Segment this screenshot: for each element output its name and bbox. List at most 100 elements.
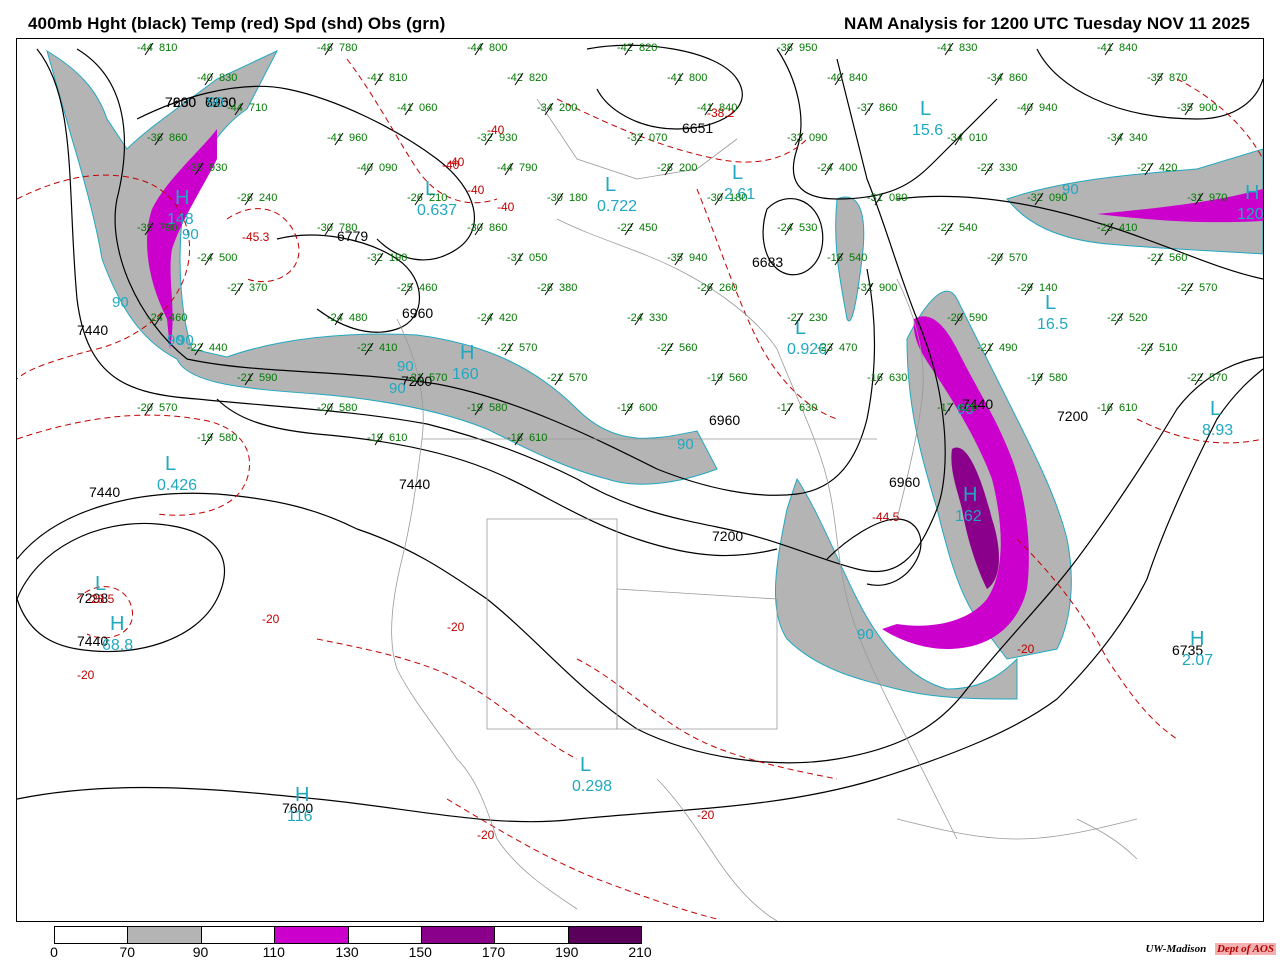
station-height: 610 (389, 432, 407, 444)
station-temperature: -28 (537, 282, 553, 294)
station-height: 570 (1199, 282, 1217, 294)
station-temperature: -38 (147, 132, 163, 144)
station-height: 560 (729, 372, 747, 384)
wind-speed-contour-label: 90 (677, 436, 694, 453)
temperature-contour-label: -20 (262, 612, 280, 626)
extremum-letter: H (175, 187, 189, 209)
station-height: 080 (889, 192, 907, 204)
station-height: 900 (879, 282, 897, 294)
extremum-value: 8.93 (1202, 422, 1233, 439)
station-height: 790 (519, 162, 537, 174)
extremum-letter: H (295, 784, 309, 806)
extremum-letter: L (605, 174, 616, 196)
station-temperature: -37 (857, 102, 873, 114)
station-temperature: -16 (1097, 402, 1113, 414)
station-height: 780 (339, 42, 357, 54)
station-height: 940 (1039, 102, 1057, 114)
station-temperature: -30 (317, 222, 333, 234)
station-temperature: -22 (657, 342, 673, 354)
station-height: 410 (1119, 222, 1137, 234)
station-height: 050 (529, 252, 547, 264)
station-temperature: -22 (357, 342, 373, 354)
temperature-contour-label: -20 (1017, 642, 1035, 656)
legend-tick: 190 (555, 944, 579, 960)
station-height: 830 (959, 42, 977, 54)
station-temperature: -41 (397, 102, 413, 114)
station-height: 860 (1009, 72, 1027, 84)
station-temperature: -21 (547, 372, 563, 384)
temperature-contour-label: -20 (447, 620, 465, 634)
station-temperature: -25 (397, 282, 413, 294)
station-height: 590 (969, 312, 987, 324)
station-height: 840 (719, 102, 737, 114)
station-temperature: -22 (1187, 372, 1203, 384)
station-height: 200 (559, 102, 577, 114)
station-temperature: -44 (467, 42, 483, 54)
station-temperature: -19 (367, 432, 383, 444)
extremum-letter: L (1045, 292, 1056, 314)
station-height: 600 (639, 402, 657, 414)
height-contour-label: 7200 (1057, 408, 1088, 424)
height-contour-label: 6960 (402, 305, 433, 321)
chart-title: 400mb Hght (black) Temp (red) Spd (shd) … (28, 14, 446, 33)
station-temperature: -32 (367, 252, 383, 264)
station-temperature: -32 (627, 132, 643, 144)
station-temperature: -21 (407, 372, 423, 384)
station-temperature: -29 (1017, 282, 1033, 294)
station-temperature: -22 (187, 342, 203, 354)
station-temperature: -20 (317, 402, 333, 414)
station-height: 380 (559, 282, 577, 294)
station-temperature: -40 (827, 72, 843, 84)
station-height: 860 (879, 102, 897, 114)
extremum-value: 0.298 (572, 778, 612, 795)
station-height: 790 (159, 222, 177, 234)
extremum-value: 2.07 (1182, 652, 1213, 669)
station-temperature: -41 (367, 72, 383, 84)
station-temperature: -16 (867, 372, 883, 384)
station-temperature: -40 (197, 72, 213, 84)
temperature-contour-label: -20 (77, 668, 95, 682)
station-temperature: -41 (697, 102, 713, 114)
station-height: 450 (639, 222, 657, 234)
temperature-contour-label: -20 (477, 828, 495, 842)
station-height: 570 (569, 372, 587, 384)
station-temperature: -27 (787, 312, 803, 324)
station-temperature: -24 (627, 312, 643, 324)
station-height: 820 (529, 72, 547, 84)
station-temperature: -35 (1177, 102, 1193, 114)
wind-speed-legend-ticks: 0 70 90 110 130 150 170 190 210 (40, 944, 680, 960)
legend-segment (275, 927, 349, 943)
station-temperature: -35 (187, 162, 203, 174)
station-temperature: -21 (497, 342, 513, 354)
station-temperature: -22 (617, 222, 633, 234)
extremum-letter: L (732, 162, 743, 184)
station-temperature: -27 (227, 282, 243, 294)
station-temperature: -19 (1027, 372, 1043, 384)
station-height: 610 (529, 432, 547, 444)
extremum-letter: L (1210, 398, 1221, 420)
station-height: 230 (809, 312, 827, 324)
station-temperature: -44 (497, 162, 513, 174)
station-height: 570 (1009, 252, 1027, 264)
station-temperature: -23 (977, 162, 993, 174)
station-temperature: -31 (507, 252, 523, 264)
station-temperature: -38 (777, 42, 793, 54)
height-contour-label: 6651 (682, 120, 713, 136)
station-height: 180 (569, 192, 587, 204)
temperature-contour-label: -40 (467, 183, 485, 197)
extremum-value: 68.8 (102, 637, 133, 654)
wind-speed-contour-label: 90 (112, 294, 129, 311)
station-height: 490 (999, 342, 1017, 354)
extremum-value: 0.722 (597, 198, 637, 215)
legend-tick: 210 (628, 944, 652, 960)
station-temperature: -19 (617, 402, 633, 414)
height-contour-label: 6960 (889, 474, 920, 490)
station-temperature: -17 (937, 402, 953, 414)
station-height: 180 (729, 192, 747, 204)
legend-tick: 90 (192, 944, 209, 960)
extremum-letter: L (165, 453, 176, 475)
extremum-letter: H (1245, 182, 1259, 204)
station-temperature: -24 (817, 162, 833, 174)
station-temperature: -23 (1097, 222, 1113, 234)
station-height: 240 (259, 192, 277, 204)
